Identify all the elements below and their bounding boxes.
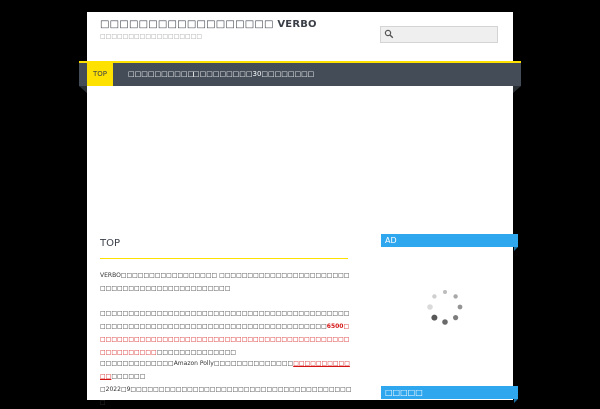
description-tail: □□□□□□□□□□□□□□ [156, 349, 237, 356]
polly-text-tail: □□□□□□ [111, 373, 146, 380]
highlight-number: 6500 [326, 323, 344, 330]
title-divider [100, 258, 348, 259]
site-title[interactable]: □□□□□□□□□□□□□□□□□□ VERBO [100, 19, 317, 30]
nav-ribbon-fold-left [79, 86, 87, 93]
intro-paragraph: VERBO□□□□□□□□□□□□□□□□□ □□□□□□□□□□□□□□□□□… [100, 269, 352, 295]
intro-text: VERBO□□□□□□□□□□□□□□□□□ □□□□□□□□□□□□□□□□□… [100, 272, 350, 292]
nav-ribbon-fold-right [513, 86, 521, 93]
spinner-icon [427, 290, 463, 325]
search-icon [384, 29, 394, 39]
page-title: TOP [100, 238, 121, 249]
nav-item-2[interactable]: □□□□□□□□□□ [128, 63, 194, 86]
polly-text: □□□□□□□□□□□□□Amazon Polly□□□□□□□□□□□□□□ [100, 360, 294, 367]
polly-paragraph: □□□□□□□□□□□□□Amazon Polly□□□□□□□□□□□□□□ □… [100, 357, 352, 409]
update-note: □2022□9□□□□□□□□□□□□□□□□□□□□□□□□□□□□□□□□□… [100, 386, 352, 406]
widget-2-title: □□□□□ [381, 386, 518, 403]
description-text: □□□□□□□□□□□□□□□□□□□□□□□□□□□□□□□□□□□□□□□□… [100, 310, 350, 330]
nav-item-top[interactable]: TOP [87, 63, 114, 86]
site-tagline: □□□□□□□□□□□□□□□□□□ [100, 33, 203, 40]
search-input[interactable] [380, 26, 498, 43]
description-paragraph: □□□□□□□□□□□□□□□□□□□□□□□□□□□□□□□□□□□□□□□□… [100, 307, 352, 359]
main-navbar: TOP □□□□□□□□□□ □□□□□□□□□30□ □□□□□□□ [79, 61, 521, 86]
widget-ad-title: AD [381, 234, 518, 251]
nav-item-4[interactable]: □□□□□□□ [268, 63, 314, 86]
nav-item-3[interactable]: □□□□□□□□□30□ [193, 63, 268, 86]
